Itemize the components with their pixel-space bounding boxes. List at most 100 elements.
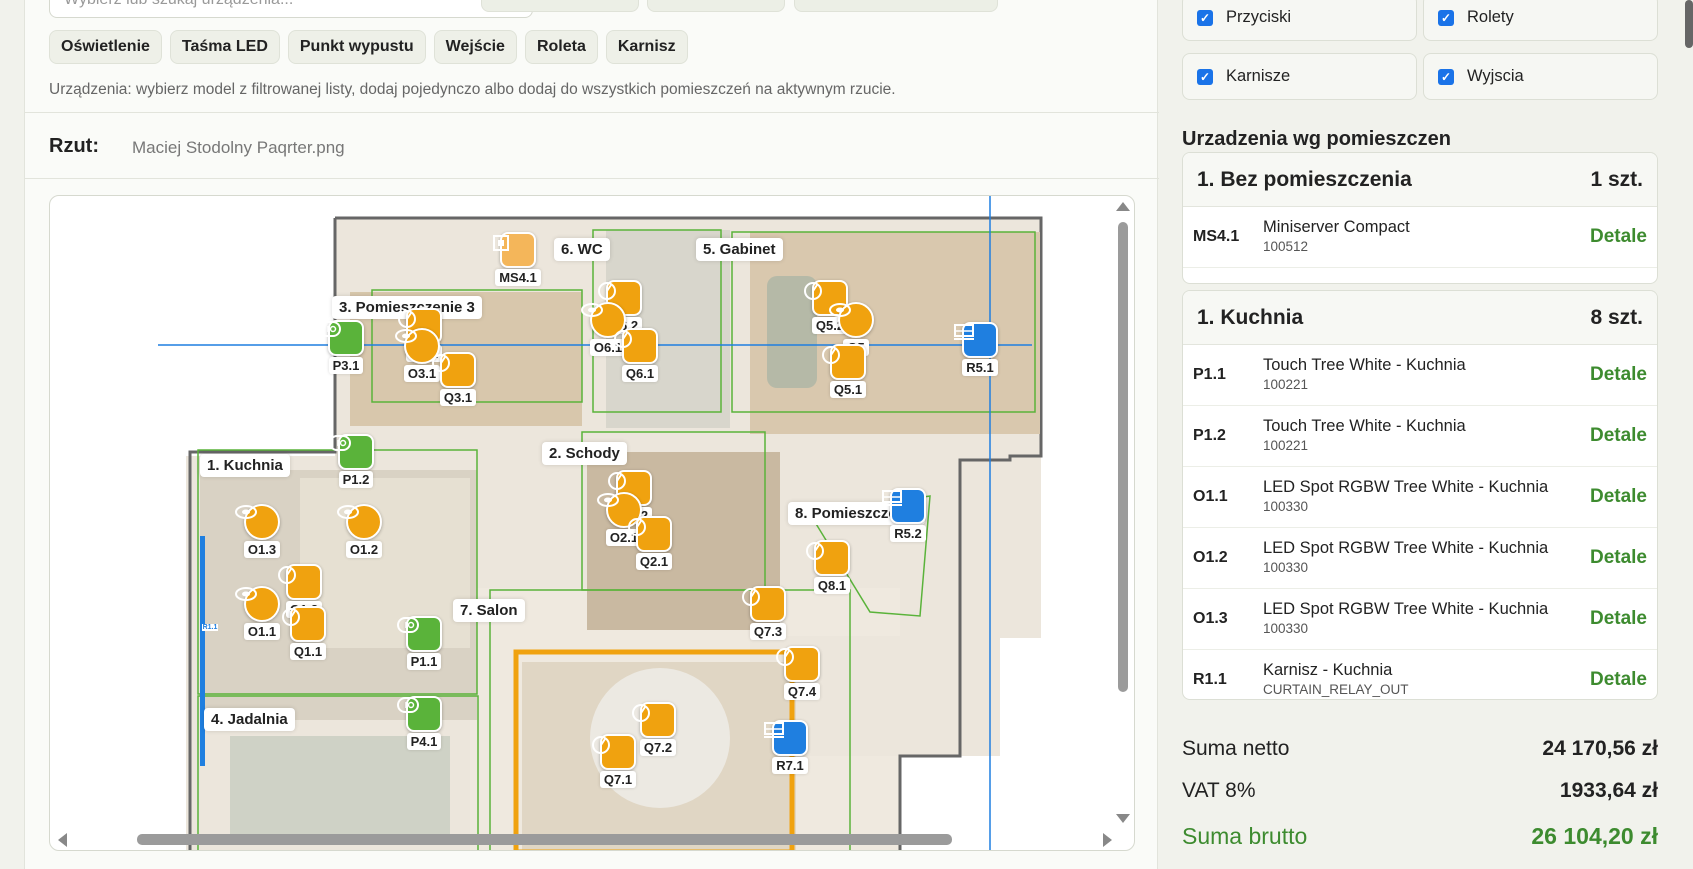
device-name: Miniserver Compact bbox=[1263, 218, 1410, 236]
curtain-line bbox=[200, 536, 205, 766]
device-marker-r1-1[interactable]: R1.1 bbox=[200, 624, 220, 631]
details-link[interactable]: Detale bbox=[1590, 226, 1647, 248]
device-marker-o1-2[interactable]: O1.2 bbox=[336, 504, 392, 558]
device-marker-q7-1[interactable]: Q7.1 bbox=[590, 734, 646, 788]
filter-label: Rolety bbox=[1467, 8, 1514, 26]
device-marker-p3-1[interactable]: P3.1 bbox=[318, 320, 374, 374]
device-sku: 100221 bbox=[1263, 377, 1309, 392]
device-marker-r5-1[interactable]: R5.1 bbox=[952, 322, 1008, 376]
marker-code: R5.2 bbox=[890, 525, 926, 542]
room-label: 1. Kuchnia bbox=[200, 454, 290, 477]
spot-icon bbox=[235, 504, 280, 540]
device-search-input[interactable]: Wybierz lub szukaj urządzenia... bbox=[49, 0, 533, 18]
details-link[interactable]: Detale bbox=[1590, 364, 1647, 386]
device-marker-ms4-1[interactable]: MS4.1 bbox=[490, 232, 546, 286]
device-name: LED Spot RGBW Tree White - Kuchnia bbox=[1263, 600, 1549, 618]
configurator-panel: Wybierz lub szukaj urządzenia... Oświetl… bbox=[24, 0, 1159, 869]
checkbox-checked-icon[interactable]: ✓ bbox=[1197, 68, 1213, 85]
dimmer-icon bbox=[432, 352, 476, 388]
device-marker-r7-1[interactable]: R7.1 bbox=[762, 720, 818, 774]
room-label: 5. Gabinet bbox=[696, 238, 783, 261]
total-vat: VAT 8% 1933,64 zł bbox=[1182, 779, 1658, 803]
details-link[interactable]: Detale bbox=[1590, 608, 1647, 630]
top-action-button-2[interactable] bbox=[647, 0, 785, 12]
device-marker-o1-3[interactable]: O1.3 bbox=[234, 504, 290, 558]
group-header: 1. Bez pomieszczenia 1 szt. bbox=[1183, 153, 1657, 207]
chip-roleta[interactable]: Roleta bbox=[524, 30, 598, 64]
spot-icon bbox=[829, 302, 874, 338]
filter-karnisze[interactable]: ✓ Karnisze bbox=[1182, 53, 1417, 100]
device-code: MS4.1 bbox=[1193, 228, 1240, 245]
checkbox-checked-icon[interactable]: ✓ bbox=[1197, 9, 1213, 26]
group-name: 1. Kuchnia bbox=[1197, 305, 1304, 329]
dimmer-icon bbox=[592, 734, 636, 770]
spot-icon bbox=[337, 504, 382, 540]
marker-code: Q3.1 bbox=[439, 389, 477, 406]
scroll-right-arrow[interactable] bbox=[1103, 833, 1112, 847]
total-value: 26 104,20 zł bbox=[1531, 823, 1658, 849]
device-code: O1.1 bbox=[1193, 488, 1228, 505]
total-label: Suma netto bbox=[1182, 737, 1290, 760]
filter-rolety[interactable]: ✓ Rolety bbox=[1423, 0, 1658, 41]
blind-icon bbox=[882, 488, 926, 524]
device-marker-r5-2[interactable]: R5.2 bbox=[880, 488, 936, 542]
filter-wyjscia[interactable]: ✓ Wyjscia bbox=[1423, 53, 1658, 100]
marker-code: O1.2 bbox=[345, 541, 383, 558]
marker-code: O1.3 bbox=[243, 541, 281, 558]
marker-code: Q1.1 bbox=[289, 643, 327, 660]
vertical-scrollbar[interactable] bbox=[1118, 222, 1128, 692]
floor-plan-viewport[interactable]: 1. Kuchnia 2. Schody 3. Pomieszczenie 3 4. … bbox=[49, 195, 1135, 851]
device-marker-p4-1[interactable]: P4.1 bbox=[396, 696, 452, 750]
device-marker-q7-4[interactable]: Q7.4 bbox=[774, 646, 830, 700]
device-marker-q1-1[interactable]: Q1.1 bbox=[280, 606, 336, 660]
marker-code: Q2.1 bbox=[635, 553, 673, 570]
chip-karnisz[interactable]: Karnisz bbox=[605, 30, 688, 64]
chip-punkt-wypustu[interactable]: Punkt wypustu bbox=[287, 30, 426, 64]
device-marker-p1-2[interactable]: P1.2 bbox=[328, 434, 384, 488]
page-scrollbar[interactable] bbox=[1685, 0, 1693, 48]
details-link[interactable]: Detale bbox=[1590, 486, 1647, 508]
top-action-button-3[interactable] bbox=[794, 0, 998, 12]
checkbox-checked-icon[interactable]: ✓ bbox=[1438, 68, 1454, 85]
details-link[interactable]: Detale bbox=[1590, 669, 1647, 691]
device-marker-q5-1[interactable]: Q5.1 bbox=[820, 344, 876, 398]
search-placeholder: Wybierz lub szukaj urządzenia... bbox=[64, 0, 293, 9]
room-label: 4. Jadalnia bbox=[204, 708, 295, 731]
checkbox-checked-icon[interactable]: ✓ bbox=[1438, 9, 1454, 26]
dimmer-icon bbox=[822, 344, 866, 380]
details-link[interactable]: Detale bbox=[1590, 547, 1647, 569]
marker-code: MS4.1 bbox=[495, 269, 541, 286]
device-marker-q3-1[interactable]: Q3.1 bbox=[430, 352, 486, 406]
chip-wejscie[interactable]: Wejście bbox=[433, 30, 517, 64]
marker-code: Q5.1 bbox=[829, 381, 867, 398]
device-marker-q7-3[interactable]: Q7.3 bbox=[740, 586, 796, 640]
scroll-down-arrow[interactable] bbox=[1116, 814, 1130, 823]
dimmer-icon bbox=[806, 540, 850, 576]
device-marker-p1-1[interactable]: P1.1 bbox=[396, 616, 452, 670]
details-link[interactable]: Detale bbox=[1590, 425, 1647, 447]
device-name: Touch Tree White - Kuchnia bbox=[1263, 356, 1466, 374]
marker-code: O1.1 bbox=[243, 623, 281, 640]
device-name: LED Spot RGBW Tree White - Kuchnia bbox=[1263, 539, 1549, 557]
device-marker-q8-1[interactable]: Q8.1 bbox=[804, 540, 860, 594]
device-info: Miniserver Compact 100512 bbox=[1263, 217, 1590, 257]
dimmer-icon bbox=[628, 516, 672, 552]
blind-icon bbox=[764, 720, 808, 756]
dining-table bbox=[230, 736, 450, 836]
device-row: P1.1 Touch Tree White - Kuchnia 100221 D… bbox=[1183, 345, 1657, 406]
device-marker-q2-1[interactable]: Q2.1 bbox=[626, 516, 682, 570]
filter-przyciski[interactable]: ✓ Przyciski bbox=[1182, 0, 1417, 41]
device-info: Touch Tree White - Kuchnia 100221 bbox=[1263, 416, 1590, 456]
chip-tasma-led[interactable]: Taśma LED bbox=[169, 30, 280, 64]
device-marker-q6-1[interactable]: Q6.1 bbox=[612, 328, 668, 382]
horizontal-scrollbar[interactable] bbox=[137, 834, 952, 845]
divider bbox=[25, 178, 1159, 179]
top-action-button-1[interactable] bbox=[481, 0, 639, 12]
chip-oswietlenie[interactable]: Oświetlenie bbox=[49, 30, 162, 64]
scroll-left-arrow[interactable] bbox=[58, 833, 67, 847]
scroll-up-arrow[interactable] bbox=[1116, 202, 1130, 211]
marker-code: R7.1 bbox=[772, 757, 808, 774]
device-sku: 100221 bbox=[1263, 438, 1309, 453]
filter-label: Karnisze bbox=[1226, 67, 1291, 85]
marker-code: Q8.1 bbox=[813, 577, 851, 594]
